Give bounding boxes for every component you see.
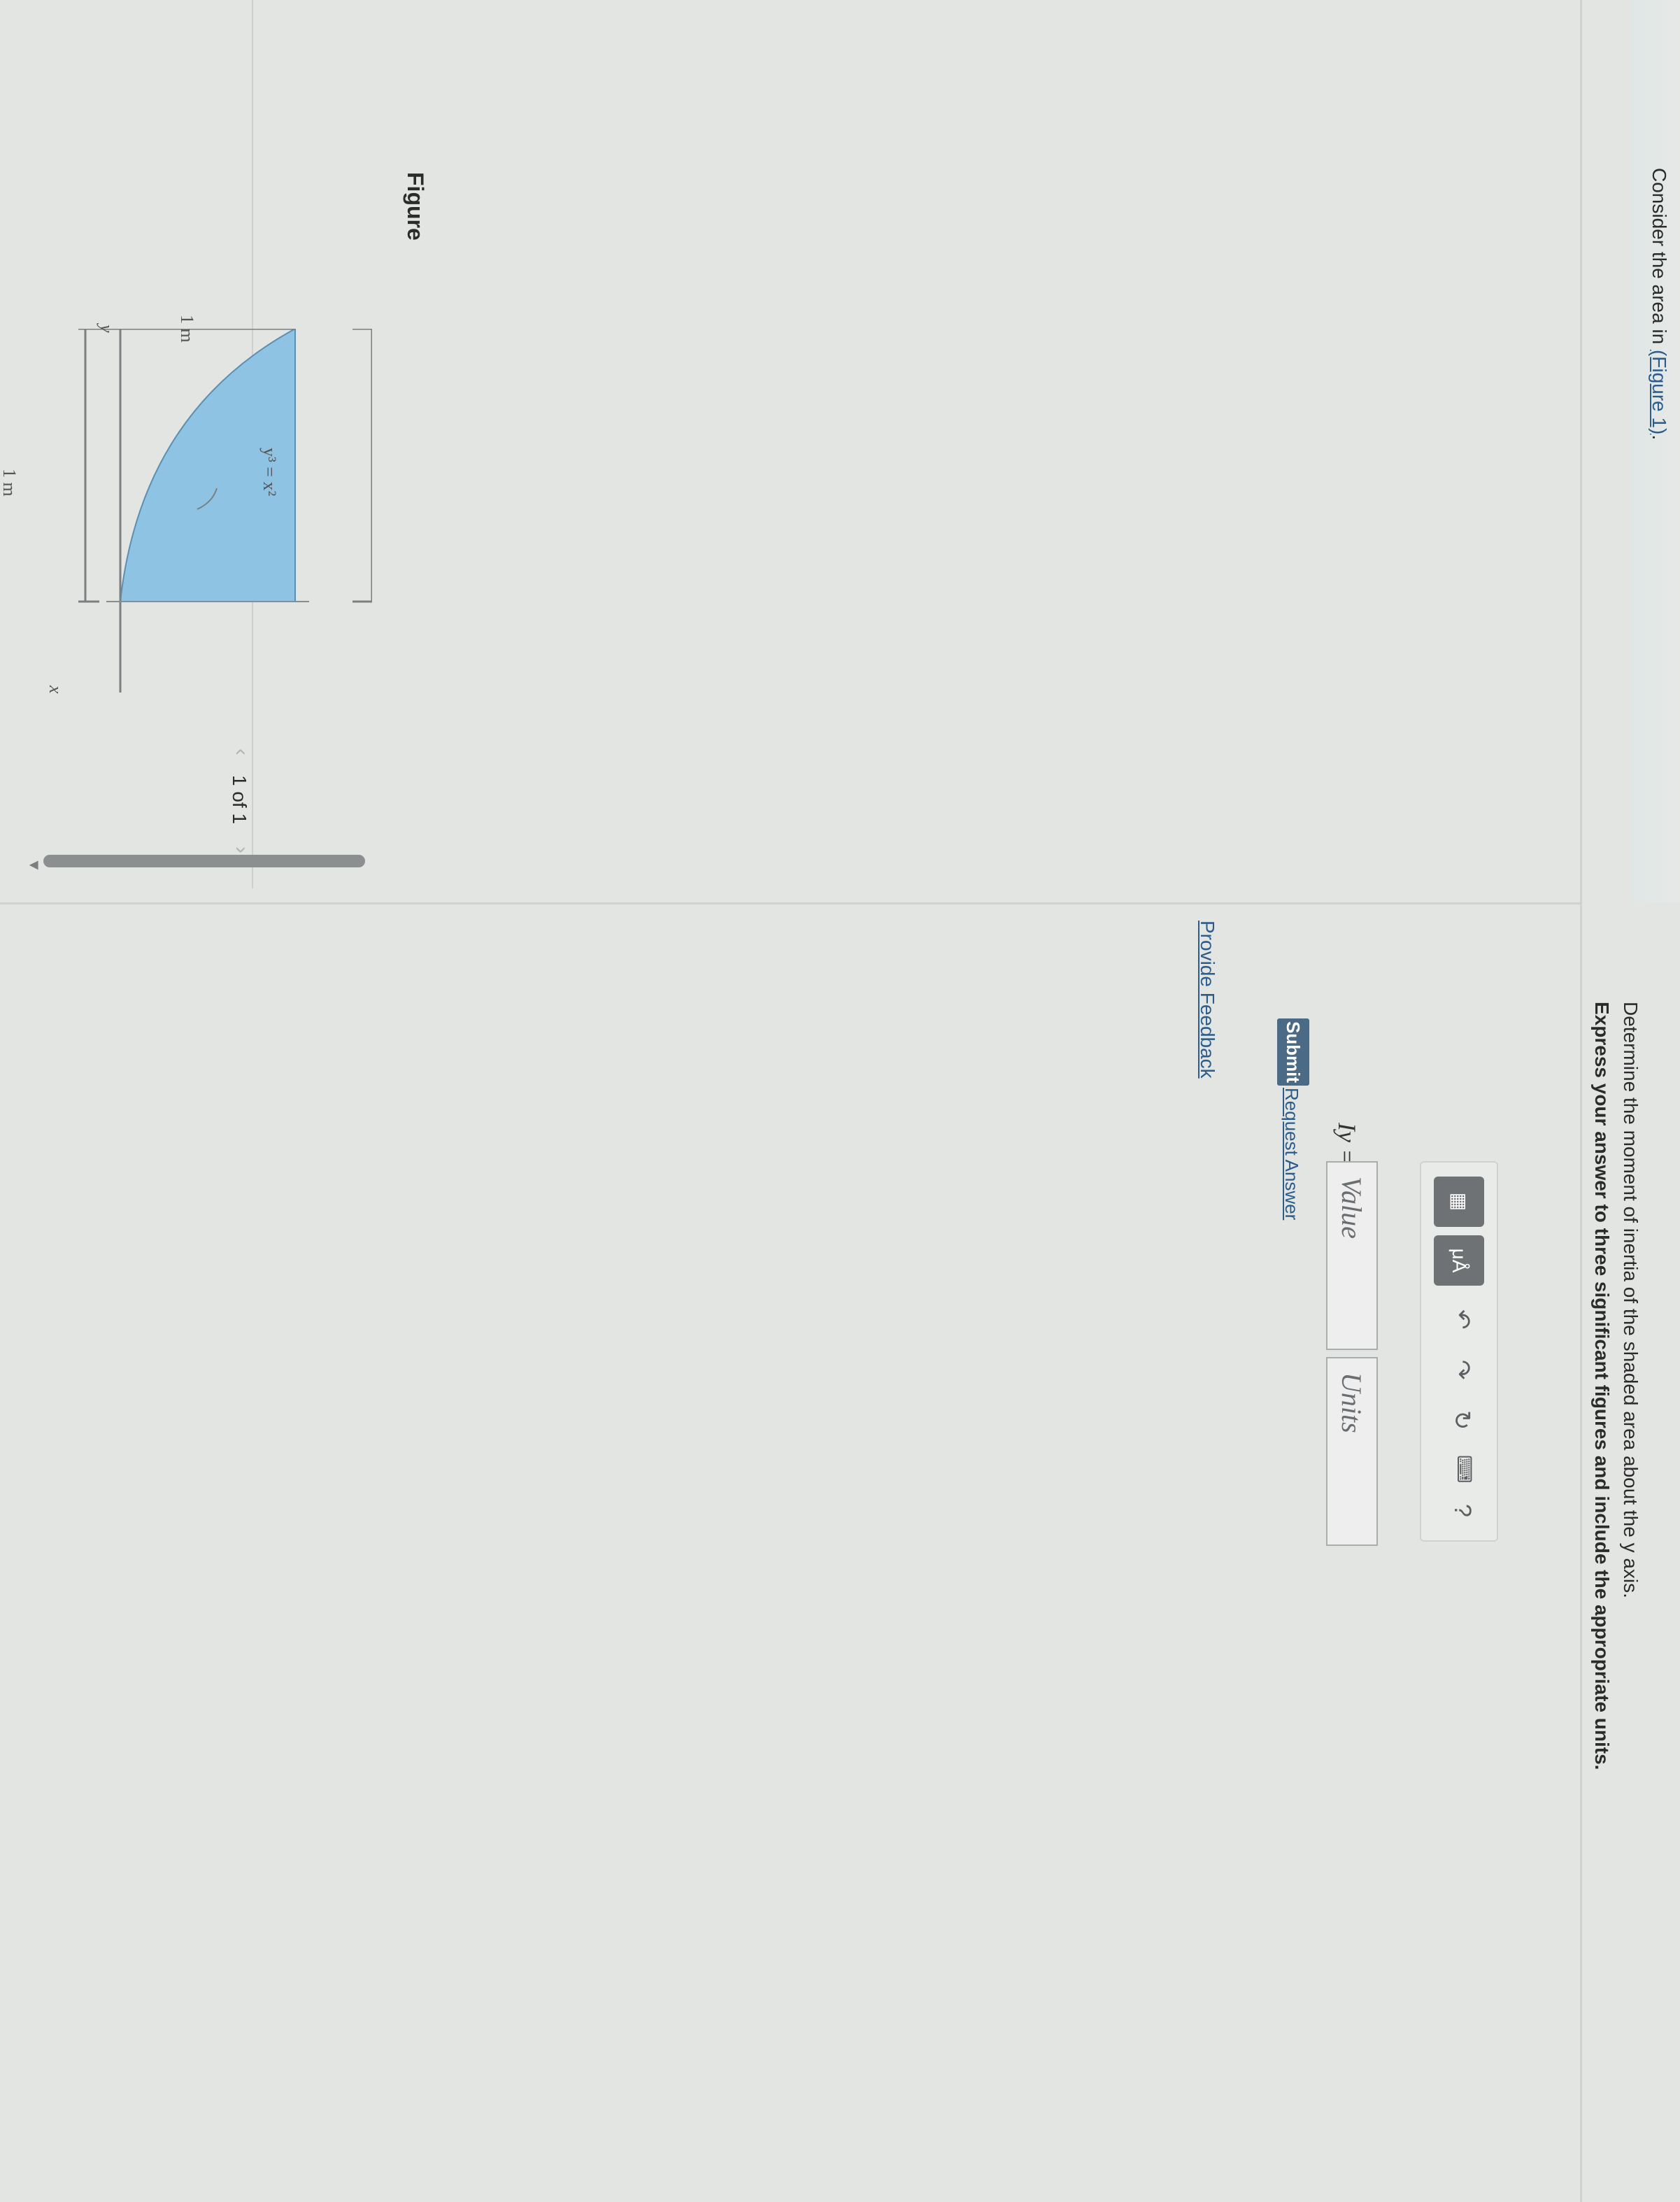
axis-y-label: y [97,325,117,333]
intro-prefix: Consider the area in [1649,168,1670,350]
figure-pager: 1 of 1 [229,775,250,825]
intro-text: Consider the area in (Figure 1). [1648,168,1670,440]
intro-band [1631,0,1680,902]
undo-icon[interactable]: ↶ [1448,1309,1476,1330]
templates-icon[interactable]: ▦ [1434,1177,1484,1227]
reset-icon[interactable]: ↻ [1448,1410,1476,1430]
equation-toolbar: ▦ μÅ ↶ ↷ ↻ ⌨ ? [1420,1161,1498,1542]
page: Consider the area in (Figure 1). Figure … [0,0,1680,2202]
request-answer-link[interactable]: Request Answer [1281,1088,1302,1220]
intro-suffix: . [1649,434,1670,441]
submit-button[interactable]: Submit [1277,1018,1309,1086]
curve-label: y³ = x² [259,448,280,497]
answer-instruction: Express your answer to three significant… [1591,1002,1613,1770]
panel-divider [0,902,1582,904]
keyboard-icon[interactable]: ⌨ [1453,1455,1476,1483]
axis-x-label: x [45,686,66,694]
scroll-down-icon[interactable]: ▼ [25,858,43,873]
redo-icon[interactable]: ↷ [1448,1360,1476,1380]
units-button[interactable]: μÅ [1434,1235,1484,1286]
value-input[interactable]: Value [1326,1161,1378,1350]
figure-diagram [78,329,372,692]
dimension-width-label: 1 m [0,469,20,497]
next-figure-icon[interactable]: › [229,846,253,853]
header-divider [1580,0,1582,2202]
provide-feedback-link[interactable]: Provide Feedback [1196,921,1218,1079]
answer-label: Iy = [1333,1123,1361,1166]
dimension-height-label: 1 m [177,315,197,343]
question-prompt: Determine the moment of inertia of the s… [1620,1002,1642,1598]
scrollbar-thumb[interactable] [43,855,365,867]
help-icon[interactable]: ? [1448,1504,1476,1517]
prev-figure-icon[interactable]: ‹ [229,748,253,755]
units-input[interactable]: Units [1326,1357,1378,1546]
figure-link[interactable]: (Figure 1) [1649,350,1670,434]
figure-heading: Figure [403,172,428,241]
